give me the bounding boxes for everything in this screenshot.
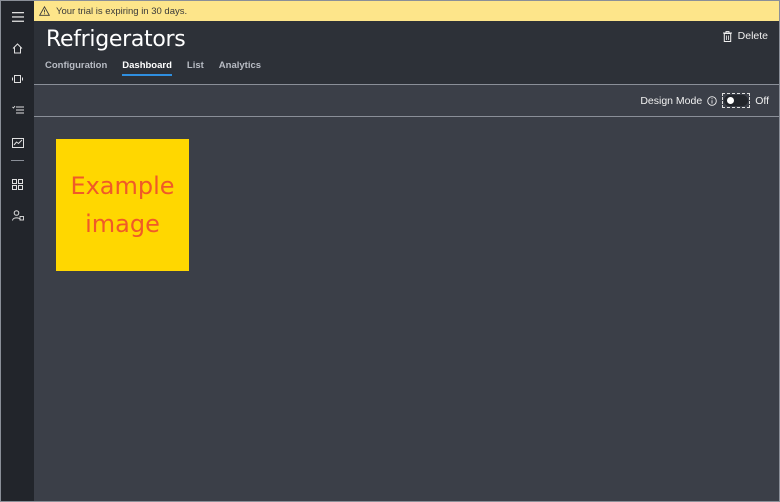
example-image-text: Example image [70, 172, 175, 238]
design-mode-label: Design Mode [640, 94, 703, 107]
delete-button[interactable]: Delete [722, 30, 768, 42]
sidebar-item-home[interactable] [1, 34, 34, 62]
grid-icon [12, 178, 23, 190]
trash-icon [722, 30, 732, 42]
sidebar-item-administration[interactable] [1, 201, 34, 229]
design-mode-control: Design Mode Off [640, 93, 769, 108]
rules-icon [11, 105, 24, 114]
tab-list[interactable]: List [187, 60, 204, 76]
trial-banner: Your trial is expiring in 30 days. [34, 1, 779, 21]
delete-label: Delete [737, 30, 768, 42]
page-title: Refrigerators [46, 27, 186, 52]
toolbar-divider [34, 116, 779, 117]
toggle-track [724, 95, 749, 106]
analytics-icon [11, 137, 24, 148]
admin-icon [11, 209, 24, 221]
design-mode-state: Off [755, 94, 769, 107]
sidebar-item-devices[interactable] [1, 65, 34, 93]
example-image-tile[interactable]: Example image [56, 139, 189, 271]
hamburger-menu-button[interactable] [1, 3, 34, 31]
sidebar-item-rules[interactable] [1, 96, 34, 124]
tab-configuration[interactable]: Configuration [45, 60, 107, 76]
trial-banner-text: Your trial is expiring in 30 days. [56, 5, 188, 17]
hamburger-icon [11, 12, 24, 22]
page-header: Refrigerators Delete Configuration Dashb… [34, 21, 779, 84]
sidebar-divider [11, 160, 24, 161]
home-icon [12, 42, 23, 53]
dashboard-toolbar: Design Mode Off [34, 85, 779, 116]
sidebar [1, 1, 34, 501]
sidebar-item-analytics[interactable] [1, 128, 34, 156]
design-mode-toggle[interactable] [722, 93, 751, 108]
tab-dashboard[interactable]: Dashboard [122, 60, 172, 76]
warning-icon [39, 6, 50, 16]
toggle-knob [727, 97, 735, 104]
device-icon [12, 75, 23, 83]
info-icon[interactable] [707, 95, 717, 106]
tab-bar: Configuration Dashboard List Analytics [45, 60, 276, 76]
tab-analytics[interactable]: Analytics [219, 60, 261, 76]
sidebar-item-dashboards[interactable] [1, 170, 34, 198]
